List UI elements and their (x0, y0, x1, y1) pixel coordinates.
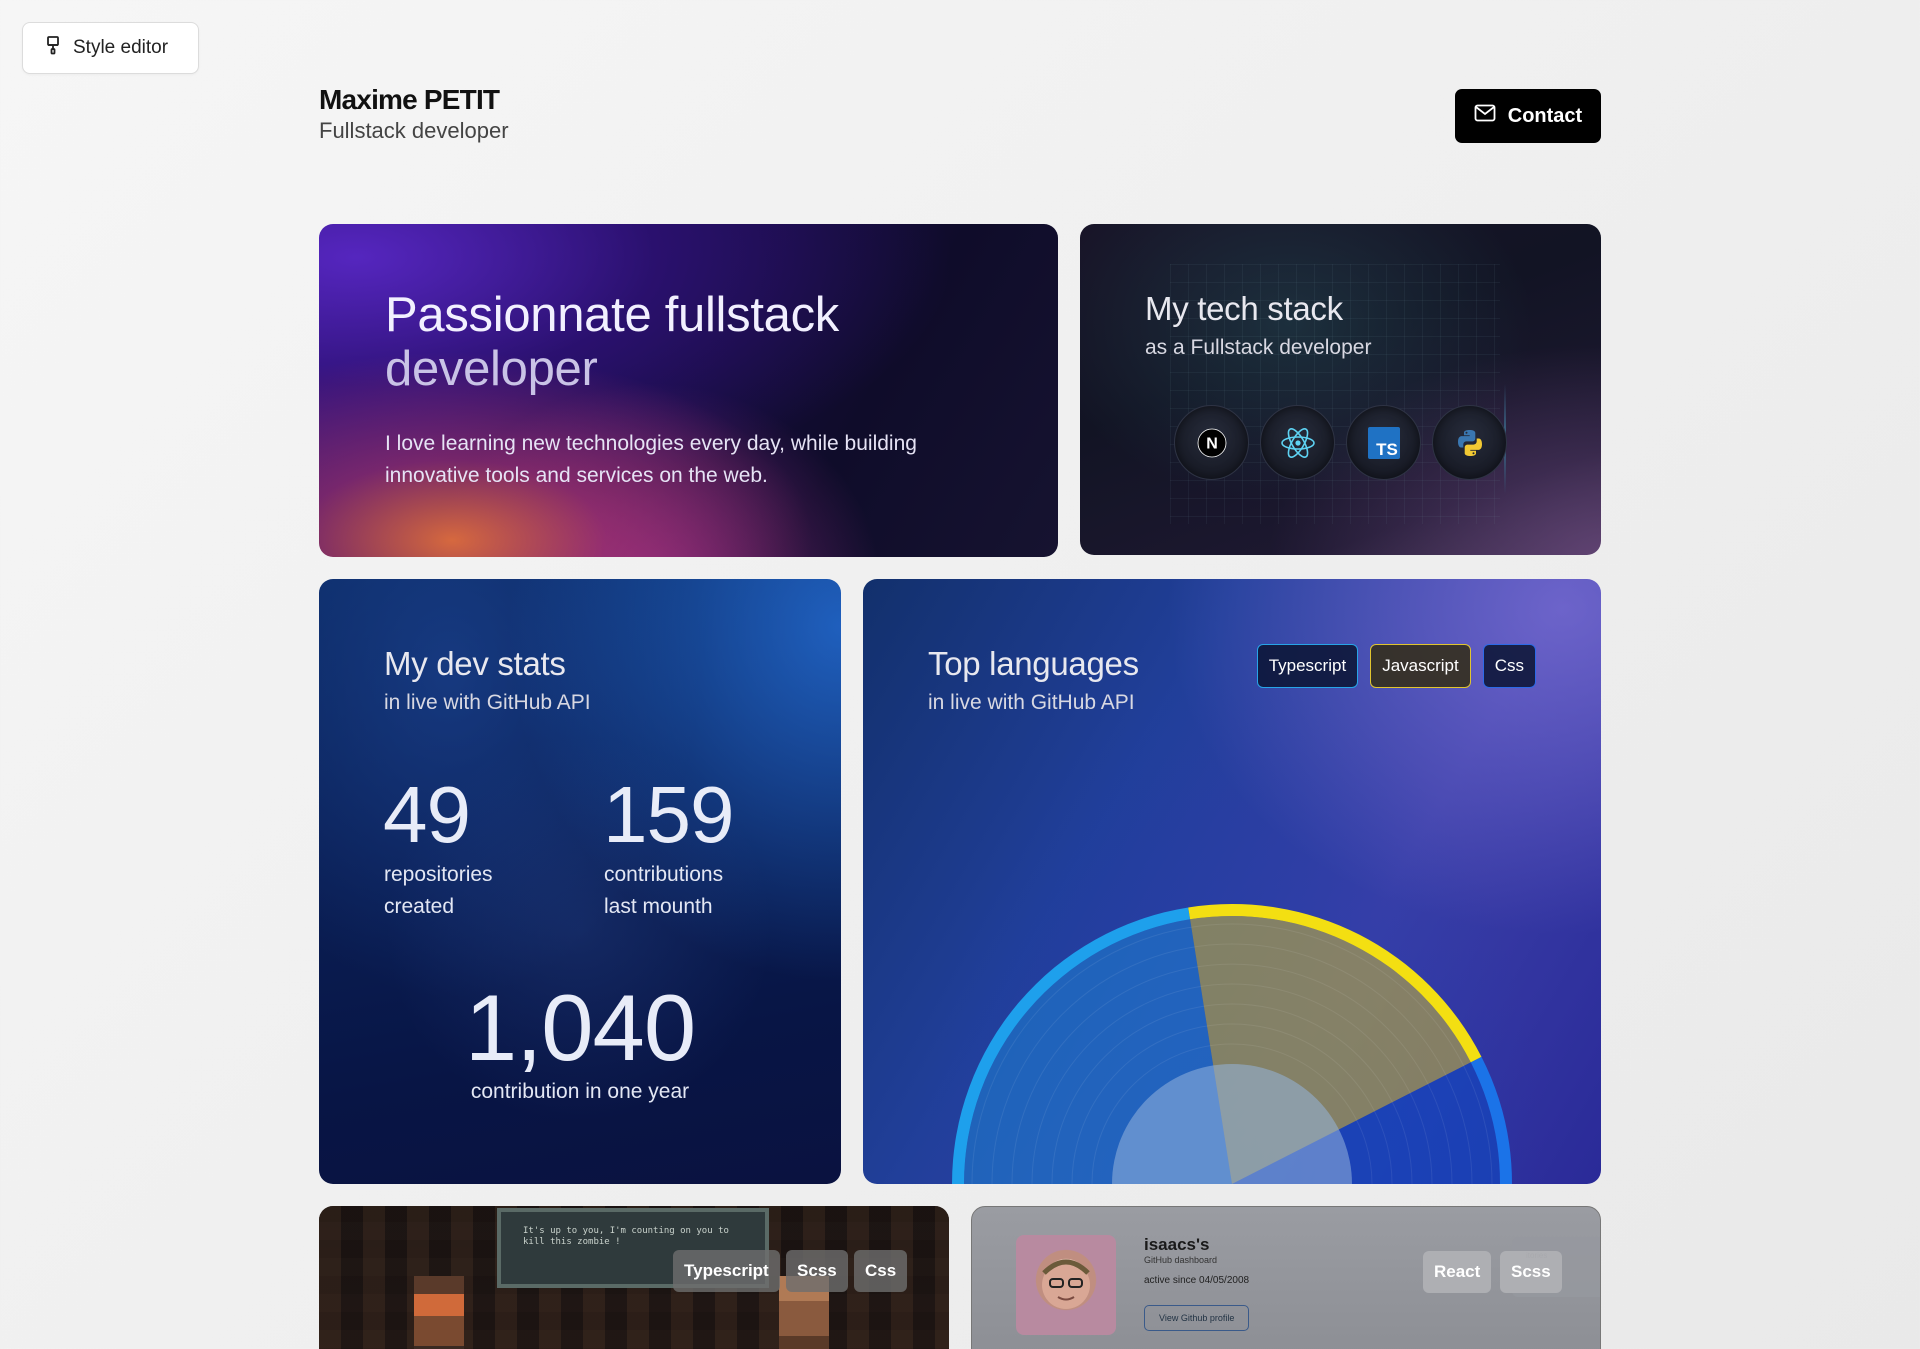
avatar (1016, 1235, 1116, 1335)
avatar-face-icon (1042, 1259, 1090, 1309)
language-badges: Typescript Javascript Css (1256, 644, 1536, 688)
repos-count: 49 (383, 770, 471, 859)
view-github-profile-button[interactable]: View Github profile (1144, 1305, 1250, 1331)
tag-react: React (1423, 1251, 1492, 1293)
repos-label-line1: repositories (384, 863, 493, 886)
repos-label: repositories created (384, 859, 493, 923)
contributions-label-line1: contributions (604, 863, 724, 886)
contributions-label: contributions last mounth (604, 859, 723, 923)
tech-stack-icons: N TS (1174, 405, 1507, 480)
game-character (414, 1276, 464, 1349)
github-active-since: active since 04/05/2008 (1144, 1275, 1250, 1286)
hero-title-line2: developer (385, 342, 598, 396)
contributions-count: 159 (603, 770, 734, 859)
github-username: isaacs's (1144, 1235, 1210, 1254)
dev-stats-title: My dev stats (384, 645, 566, 682)
page-title: Maxime PETIT (319, 84, 500, 115)
hero-card: Passionnate fullstack developer I love l… (319, 224, 1058, 557)
tag-scss: Scss (1500, 1251, 1562, 1293)
hero-title-line1: Passionnate fullstack (385, 288, 840, 342)
tag-css: Css (854, 1250, 908, 1292)
contact-label: Contact (1507, 104, 1583, 127)
project-game-card[interactable]: It's up to you, I'm counting on you to k… (319, 1206, 949, 1349)
nextjs-glyph: N (1206, 435, 1218, 452)
contributions-label-line2: last mounth (604, 895, 713, 918)
top-languages-card: Top languages in live with GitHub API Ty… (863, 579, 1601, 1184)
python-icon (1432, 405, 1507, 480)
github-dashboard-label: GitHub dashboard (1144, 1255, 1218, 1265)
tech-stack-subtitle: as a Fullstack developer (1145, 336, 1372, 359)
project-github-card[interactable]: isaacs's GitHub dashboard active since 0… (971, 1206, 1601, 1349)
hero-description: I love learning new technologies every d… (385, 432, 917, 487)
badge-javascript[interactable]: Javascript (1370, 644, 1471, 688)
tech-stack-title: My tech stack (1145, 290, 1343, 327)
game-dialog-text: It's up to you, I'm counting on you to k… (523, 1226, 729, 1247)
nextjs-icon: N (1174, 405, 1249, 480)
dev-stats-card: My dev stats in live with GitHub API 49 … (319, 579, 841, 1184)
contact-button[interactable]: Contact (1455, 89, 1601, 143)
tech-stack-card: My tech stack as a Fullstack developer N… (1080, 224, 1601, 555)
top-languages-title: Top languages (928, 645, 1139, 682)
hero-title: Passionnate fullstack developer (385, 288, 839, 396)
tag-scss: Scss (786, 1250, 848, 1292)
badge-typescript[interactable]: Typescript (1256, 644, 1359, 688)
page-subtitle: Fullstack developer (319, 118, 509, 143)
typescript-glyph: TS (1376, 440, 1398, 459)
badge-css[interactable]: Css (1482, 644, 1536, 688)
year-contributions-count: 1,040 (464, 975, 696, 1080)
repos-label-line2: created (384, 895, 455, 918)
year-contributions-label: contribution in one year (470, 1080, 690, 1103)
top-languages-subtitle: in live with GitHub API (928, 691, 1135, 714)
style-editor-label: Style editor (73, 37, 169, 58)
style-editor-button[interactable]: Style editor (22, 22, 199, 74)
dev-stats-subtitle: in live with GitHub API (384, 691, 591, 714)
tag-typescript: Typescript (673, 1250, 780, 1292)
mail-icon (1474, 104, 1496, 128)
react-icon (1260, 405, 1335, 480)
paintbrush-icon (45, 35, 61, 61)
typescript-icon: TS (1346, 405, 1421, 480)
